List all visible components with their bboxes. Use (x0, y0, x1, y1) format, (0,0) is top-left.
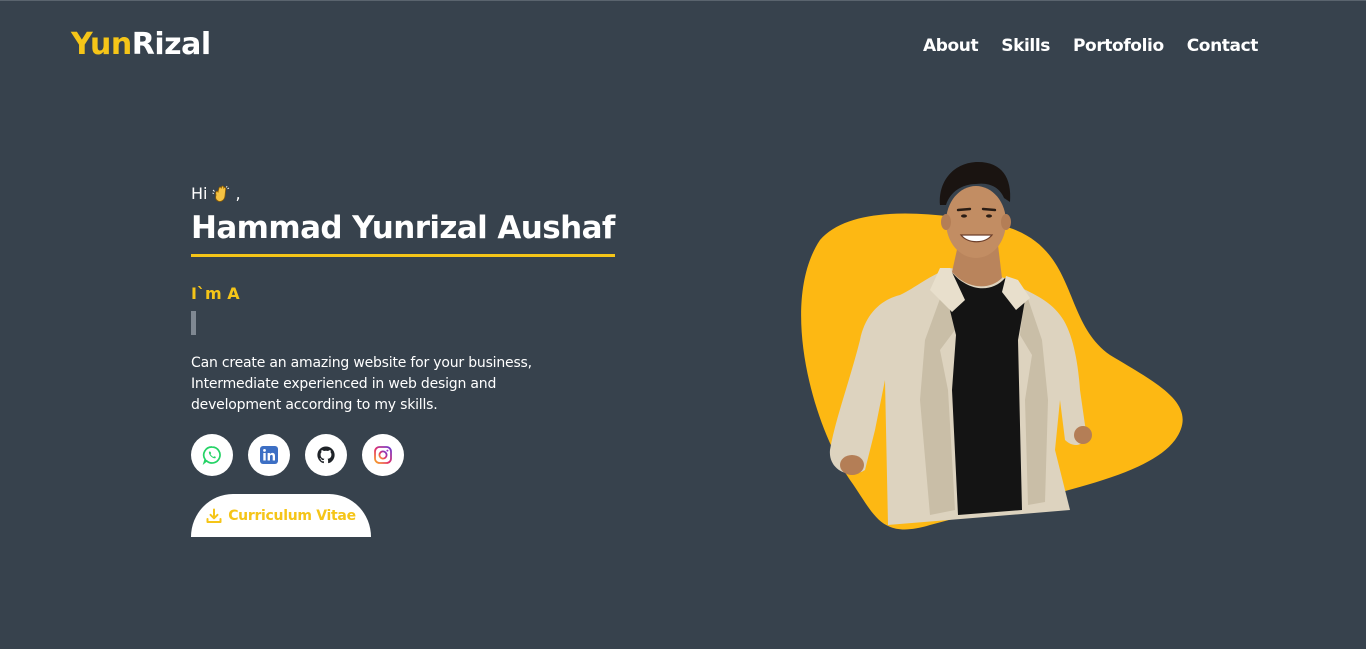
instagram-icon (374, 446, 392, 464)
linkedin-icon (260, 446, 278, 464)
logo-part-yun: Yun (71, 27, 132, 62)
social-links (191, 434, 631, 476)
hero-intro: Hi , Hammad Yunrizal Aushaf I`m A Can cr… (191, 182, 631, 537)
whatsapp-icon (202, 446, 221, 465)
nav-skills[interactable]: Skills (1001, 35, 1050, 57)
greeting-comma: , (235, 184, 241, 203)
hero-description: Can create an amazing website for your b… (191, 355, 532, 413)
hero-photo-area (780, 150, 1200, 540)
nav-contact[interactable]: Contact (1187, 35, 1259, 57)
greeting: Hi , (191, 182, 631, 206)
github-icon (317, 446, 335, 464)
whatsapp-button[interactable] (191, 434, 233, 476)
nav-about[interactable]: About (923, 35, 979, 57)
linkedin-button[interactable] (248, 434, 290, 476)
full-name-heading: Hammad Yunrizal Aushaf (191, 208, 615, 257)
download-icon (206, 508, 222, 523)
typing-cursor (191, 311, 196, 335)
role-prefix: I`m A (191, 284, 240, 303)
profile-illustration (801, 162, 1183, 530)
github-button[interactable] (305, 434, 347, 476)
nav-portfolio[interactable]: Portofolio (1073, 35, 1164, 57)
waving-hand-icon (212, 185, 230, 202)
instagram-button[interactable] (362, 434, 404, 476)
top-border (0, 0, 1366, 1)
greeting-text: Hi (191, 184, 208, 203)
site-logo[interactable]: YunRizal (71, 27, 211, 63)
cv-button-label: Curriculum Vitae (228, 507, 356, 524)
main-nav: About Skills Portofolio Contact (923, 35, 1258, 57)
download-cv-button[interactable]: Curriculum Vitae (191, 494, 371, 537)
logo-part-rizal: Rizal (131, 27, 211, 62)
